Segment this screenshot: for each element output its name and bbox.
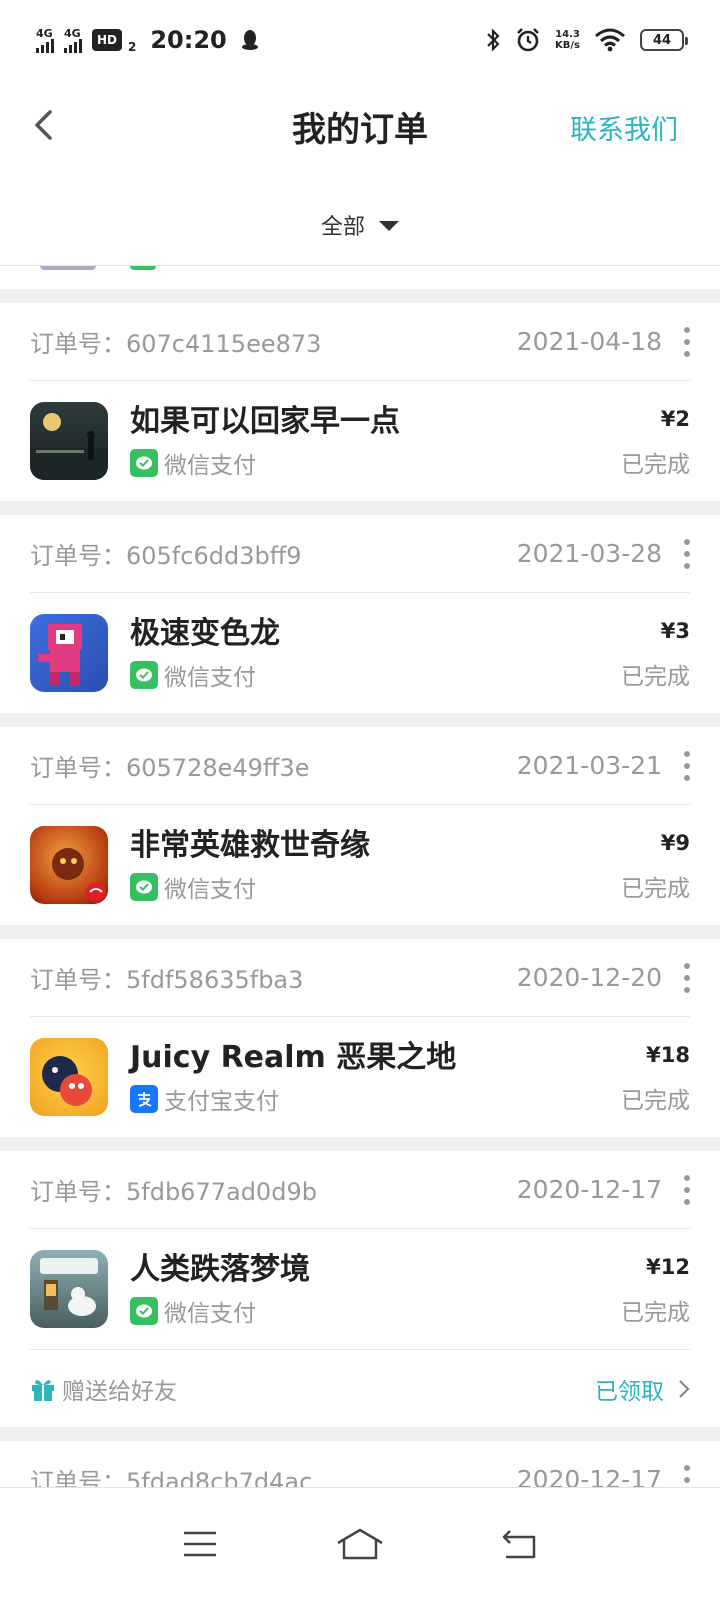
speed-unit: KB/s [555,40,580,51]
pay-method: 微信支付 [164,1301,256,1327]
order-card[interactable]: 订单号：605fc6dd3bff9 2021-03-28 极速变色龙 微信支付 … [0,515,720,713]
home-button[interactable] [330,1520,390,1568]
order-item[interactable]: Juicy Realm 恶果之地 支付宝支付 ¥18 已完成 [30,1017,690,1137]
order-price: ¥2 [660,407,690,431]
order-date: 2021-03-21 [516,751,662,780]
filter-label: 全部 [320,215,365,240]
order-price: ¥3 [660,619,690,643]
order-item[interactable]: 如果可以回家早一点 微信支付 ¥2 已完成 [30,381,690,501]
hd-voice-sub: 2 [128,40,137,54]
more-options-icon[interactable] [684,750,690,781]
order-card[interactable]: 订单号：607c4115ee873 2021-04-18 如果可以回家早一点 微… [0,303,720,501]
order-item[interactable]: 人类跌落梦境 微信支付 ¥12 已完成 [30,1229,690,1349]
order-card[interactable]: 订单号：5fdf58635fba3 2020-12-20 Juicy Realm… [0,939,720,1137]
partial-order-card [0,265,720,289]
order-card[interactable]: 订单号：5fdad8cb7d4ac 2020-12-17 [0,1441,720,1487]
menu-icon [184,1531,216,1557]
qq-penguin-icon [241,30,258,50]
page-header: 我的订单 联系我们 [0,80,720,170]
order-item[interactable]: 非常英雄救世奇缘 微信支付 ¥9 已完成 [30,805,690,925]
order-number: 订单号：607c4115ee873 [30,330,322,358]
more-options-icon[interactable] [684,962,690,993]
gift-to-friend-row[interactable]: 赠送给好友 已领取 [30,1349,690,1427]
signal-label: 4G [64,26,81,40]
app-icon [30,402,108,480]
order-price: ¥9 [660,831,690,855]
menu-button[interactable] [170,1520,230,1568]
order-card[interactable]: 订单号：5fdb677ad0d9b 2020-12-17 人类跌落梦境 微信支付… [0,1151,720,1427]
chevron-right-icon [679,1379,690,1398]
signal-indicator-2: 4G [64,28,82,53]
order-number: 订单号：5fdf58635fba3 [30,966,304,994]
order-date: 2021-03-28 [516,539,662,568]
pay-method: 支付宝支付 [164,1089,279,1115]
wechat-pay-icon [130,873,158,901]
home-icon [337,1528,383,1560]
app-name: 人类跌落梦境 [130,1252,310,1287]
battery-level: 44 [652,32,672,48]
status-bar: 4G 4G HD 2 20:20 14.3 KB/s 44 [0,0,720,80]
order-price: ¥18 [646,1043,690,1067]
order-status: 已完成 [621,1088,690,1114]
signal-label: 4G [36,26,53,40]
wifi-icon [595,28,625,52]
more-options-icon[interactable] [684,538,690,569]
bluetooth-icon [487,28,500,52]
order-list[interactable]: 订单号：607c4115ee873 2021-04-18 如果可以回家早一点 微… [0,265,720,1487]
order-number: 订单号：5fdad8cb7d4ac [30,1468,313,1487]
hd-voice-icon: HD [92,29,122,51]
order-item[interactable]: 极速变色龙 微信支付 ¥3 已完成 [30,593,690,713]
more-options-icon[interactable] [684,1464,690,1488]
speed-value: 14.3 [555,29,580,40]
battery-indicator: 44 [640,29,688,51]
app-icon [30,614,108,692]
pay-method: 微信支付 [164,665,256,691]
gift-status: 已领取 [595,1378,664,1405]
gift-label: 赠送给好友 [62,1378,177,1405]
more-options-icon[interactable] [684,1174,690,1205]
order-status: 已完成 [621,452,690,478]
caret-down-icon [379,221,399,231]
app-name: 非常英雄救世奇缘 [130,828,370,863]
app-name: Juicy Realm 恶果之地 [130,1040,457,1075]
app-name: 如果可以回家早一点 [130,404,400,439]
wechat-pay-icon [130,1297,158,1325]
back-button[interactable] [490,1520,550,1568]
order-status: 已完成 [621,1300,690,1326]
wechat-pay-icon [130,661,158,689]
order-date: 2020-12-17 [516,1175,662,1204]
alarm-icon [517,28,539,52]
partial-app-icon [40,266,96,270]
system-navigation-bar [0,1487,720,1600]
order-price: ¥12 [646,1255,690,1279]
signal-indicator-1: 4G [36,28,54,53]
app-icon [30,1250,108,1328]
order-number: 订单号：5fdb677ad0d9b [30,1178,317,1206]
order-date: 2020-12-20 [516,963,662,992]
gift-icon [32,1379,54,1401]
clock: 20:20 [150,26,227,54]
app-icon [30,1038,108,1116]
network-speed: 14.3 KB/s [555,29,580,51]
more-options-icon[interactable] [684,326,690,357]
order-date: 2021-04-18 [516,327,662,356]
contact-us-link[interactable]: 联系我们 [570,108,678,147]
order-number: 订单号：605fc6dd3bff9 [30,542,302,570]
pay-method: 微信支付 [164,453,256,479]
order-card[interactable]: 订单号：605728e49ff3e 2021-03-21 非常英雄救世奇缘 微信… [0,727,720,925]
app-name: 极速变色龙 [130,616,280,651]
order-date: 2020-12-17 [516,1465,662,1487]
partial-pay-icon [130,266,156,270]
app-icon [30,826,108,904]
order-number: 订单号：605728e49ff3e [30,754,310,782]
pay-method: 微信支付 [164,877,256,903]
wechat-pay-icon [130,449,158,477]
order-status: 已完成 [621,876,690,902]
back-nav-icon [502,1530,536,1559]
alipay-icon [130,1085,158,1113]
order-status: 已完成 [621,664,690,690]
order-filter-dropdown[interactable]: 全部 [0,195,720,255]
